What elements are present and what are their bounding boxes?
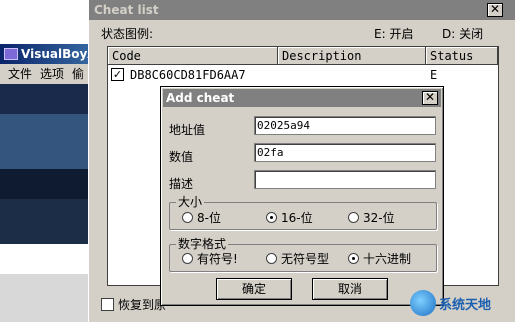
description-label: 描述 <box>169 177 194 191</box>
format-radio-unsigned[interactable]: 无符号型 <box>266 252 329 266</box>
legend-disabled: D: 关闭 <box>442 27 484 41</box>
vba-menu-cheat[interactable]: 偷 <box>72 67 84 81</box>
cheat-list-titlebar[interactable]: Cheat list ✕ <box>89 0 515 20</box>
listview-header: Code Description Status <box>108 47 498 65</box>
size-group-title: 大小 <box>176 195 205 209</box>
status-legend-label: 状态图例: <box>101 27 154 41</box>
address-label: 地址值 <box>169 123 206 137</box>
radio-indicator-selected <box>348 253 359 264</box>
format-radio-hex[interactable]: 十六进制 <box>348 252 411 266</box>
vba-titlebar[interactable]: VisualBoyAd <box>0 44 100 64</box>
radio-indicator-selected <box>266 212 277 223</box>
radio-indicator <box>348 212 359 223</box>
column-header-status[interactable]: Status <box>426 47 498 65</box>
radio-indicator <box>182 253 193 264</box>
cheat-row-status: E <box>430 68 438 82</box>
vba-app-icon <box>4 48 18 60</box>
cheat-list-title: Cheat list <box>94 3 159 17</box>
watermark-text: 系统天地 <box>439 297 492 313</box>
description-input[interactable] <box>254 170 436 189</box>
watermark-logo-icon <box>410 290 436 316</box>
number-format-groupbox: 数字格式 有符号! 无符号型 十六进制 <box>169 237 437 272</box>
vba-menu-options[interactable]: 选项 <box>40 67 64 81</box>
size-radio-16bit[interactable]: 16-位 <box>266 211 313 225</box>
cheat-row-code: DB8C60CD81FD6AA7 <box>130 68 246 82</box>
radio-indicator <box>182 212 193 223</box>
add-cheat-dialog: Add cheat ✕ 地址值 02025a94 数值 02fa 描述 大小 8… <box>160 86 444 306</box>
add-cheat-close-button[interactable]: ✕ <box>422 91 438 105</box>
format-group-title: 数字格式 <box>176 237 229 251</box>
ok-button[interactable]: 确定 <box>216 278 292 300</box>
restore-checkbox[interactable] <box>101 298 114 311</box>
desktop-area <box>0 274 100 322</box>
address-input[interactable]: 02025a94 <box>254 116 436 135</box>
vba-menubar: 文件 选项偷 <box>0 64 100 84</box>
value-label: 数值 <box>169 150 194 164</box>
value-input[interactable]: 02fa <box>254 143 436 162</box>
radio-indicator <box>266 253 277 264</box>
vba-menu-file[interactable]: 文件 <box>8 67 32 81</box>
legend-enabled: E: 开启 <box>374 27 414 41</box>
size-radio-8bit[interactable]: 8-位 <box>182 211 221 225</box>
column-header-code[interactable]: Code <box>108 47 278 65</box>
size-groupbox: 大小 8-位 16-位 32-位 <box>169 195 437 230</box>
cancel-button[interactable]: 取消 <box>312 278 388 300</box>
size-radio-32bit[interactable]: 32-位 <box>348 211 395 225</box>
format-radio-signed[interactable]: 有符号! <box>182 252 238 266</box>
watermark: 系统天地 <box>410 290 491 318</box>
cheat-list-close-button[interactable]: ✕ <box>487 3 503 17</box>
restore-label: 恢复到原 <box>118 298 167 312</box>
vba-window: VisualBoyAd 文件 选项偷 <box>0 44 100 274</box>
add-cheat-titlebar[interactable]: Add cheat ✕ <box>163 89 441 107</box>
add-cheat-title: Add cheat <box>166 91 235 105</box>
column-header-description[interactable]: Description <box>278 47 426 65</box>
cheat-row[interactable]: ✓ DB8C60CD81FD6AA7 E <box>108 67 498 83</box>
game-screen <box>0 84 100 244</box>
restore-option[interactable]: 恢复到原 <box>101 296 166 313</box>
cheat-row-checkbox[interactable]: ✓ <box>111 68 124 81</box>
